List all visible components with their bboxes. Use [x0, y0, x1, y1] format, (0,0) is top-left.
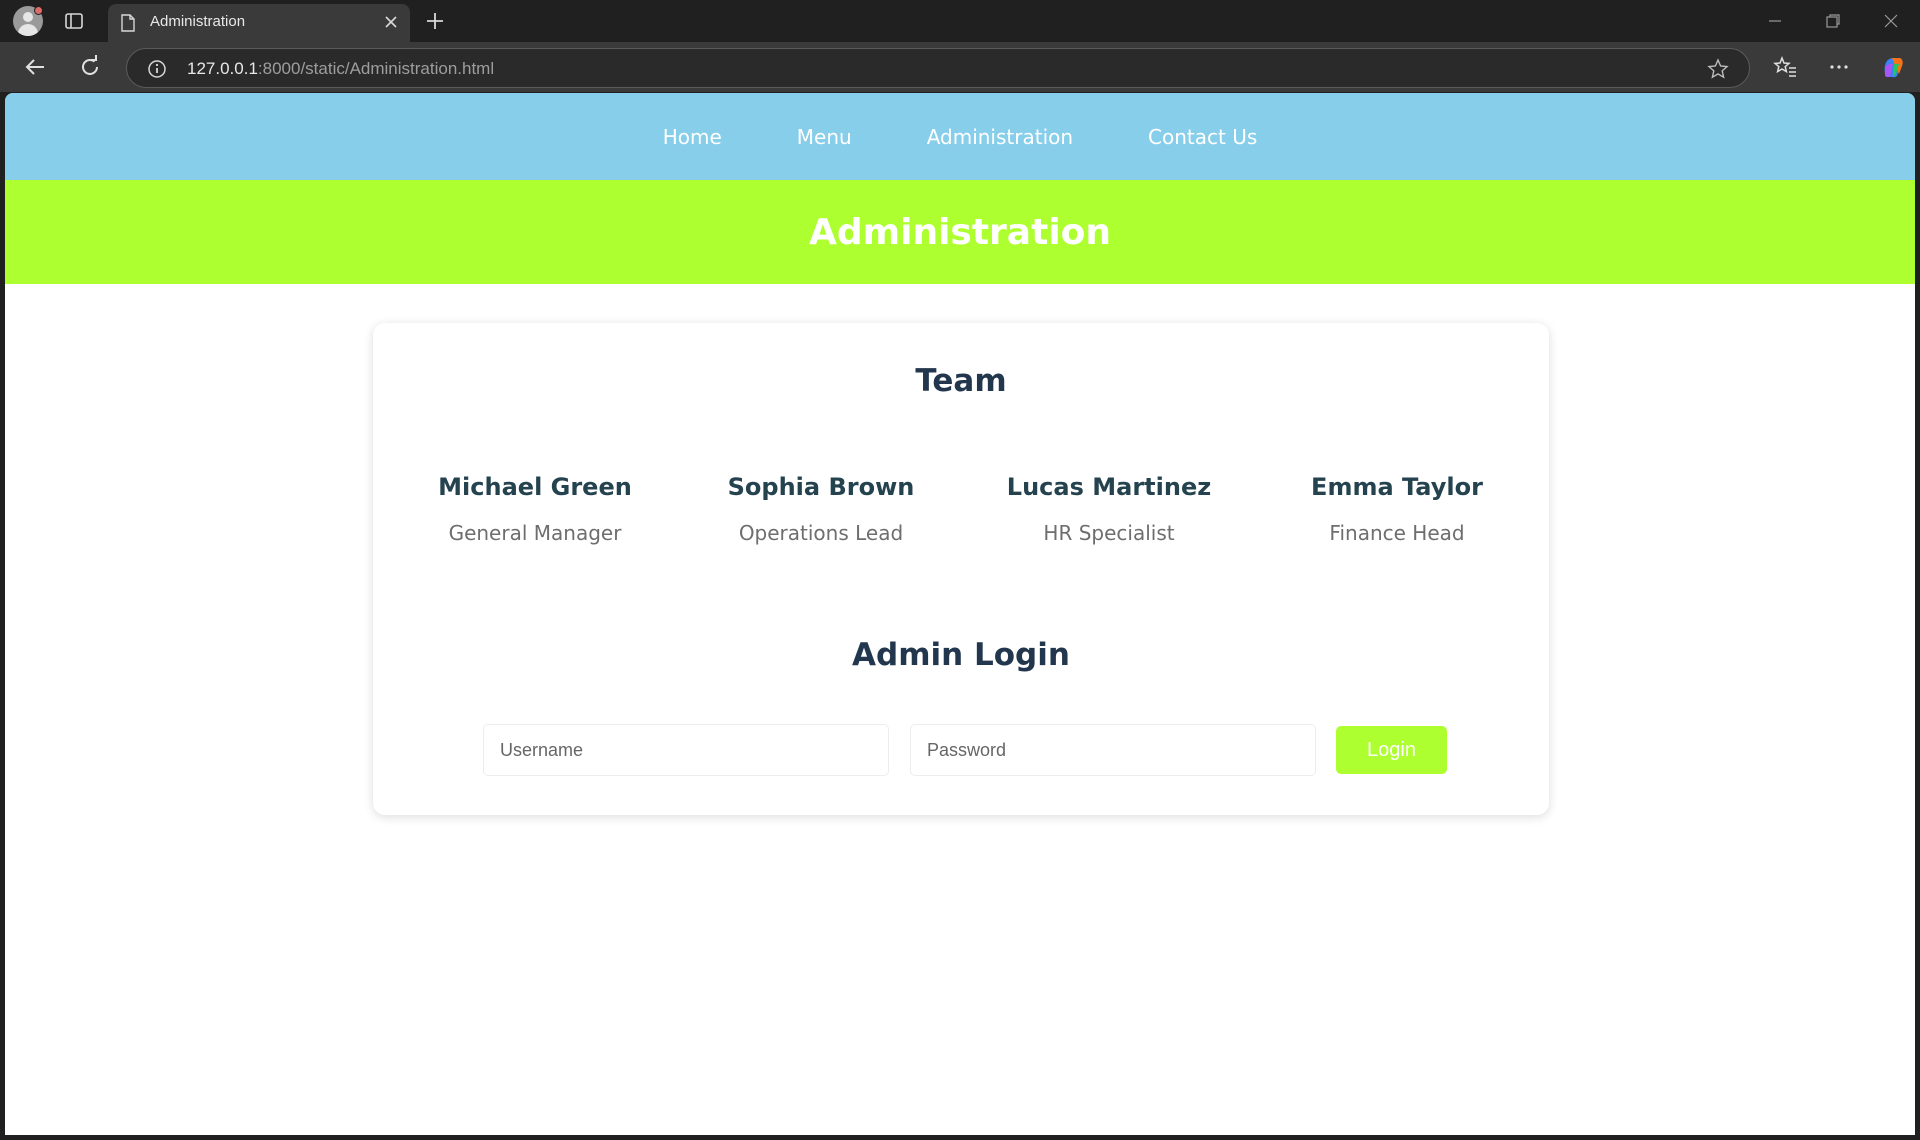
member-name: Lucas Martinez — [1006, 473, 1212, 501]
team-member-card: Emma Taylor Finance Head — [1267, 473, 1527, 545]
tab-actions-icon[interactable] — [64, 11, 84, 31]
member-role: HR Specialist — [1043, 521, 1175, 545]
copilot-icon[interactable] — [1880, 54, 1906, 80]
browser-tab[interactable]: Administration — [108, 4, 410, 42]
url-text[interactable]: 127.0.0.1:8000/static/Administration.htm… — [187, 59, 494, 79]
notification-dot — [34, 6, 43, 15]
avatar-shoulders — [18, 24, 38, 36]
avatar-head — [23, 12, 33, 22]
team-member-card: Sophia Brown Operations Lead — [691, 473, 951, 545]
site-navigation: Home Menu Administration Contact Us — [5, 93, 1915, 180]
browser-toolbar: 127.0.0.1:8000/static/Administration.htm… — [0, 42, 1920, 92]
tab-title: Administration — [150, 13, 246, 30]
login-button[interactable]: Login — [1336, 726, 1447, 774]
team-heading: Team — [915, 363, 1007, 399]
url-host: 127.0.0.1 — [187, 59, 258, 78]
site-info-icon[interactable] — [147, 59, 167, 79]
page-header-banner: Administration — [5, 180, 1915, 284]
favorites-icon[interactable] — [1772, 54, 1798, 80]
member-name: Michael Green — [438, 473, 632, 501]
member-name: Sophia Brown — [727, 473, 915, 501]
url-path: :8000/static/Administration.html — [257, 59, 495, 78]
address-bar[interactable]: 127.0.0.1:8000/static/Administration.htm… — [126, 48, 1750, 88]
favorite-star-icon[interactable] — [1707, 58, 1729, 80]
team-member-card: Michael Green General Manager — [405, 473, 665, 545]
team-member-card: Lucas Martinez HR Specialist — [979, 473, 1239, 545]
member-role: Operations Lead — [738, 521, 904, 545]
minimize-icon[interactable] — [1766, 12, 1784, 30]
restore-icon[interactable] — [1824, 12, 1842, 30]
member-role: Finance Head — [1329, 521, 1465, 545]
browser-titlebar: Administration — [0, 0, 1920, 42]
more-options-icon[interactable] — [1826, 54, 1852, 80]
close-tab-icon[interactable] — [382, 13, 400, 31]
back-arrow-icon[interactable] — [22, 54, 48, 80]
nav-link-menu[interactable]: Menu — [797, 125, 852, 149]
username-input[interactable] — [483, 724, 889, 776]
page-icon — [121, 14, 135, 32]
password-input[interactable] — [910, 724, 1316, 776]
page-title: Administration — [808, 211, 1112, 253]
close-window-icon[interactable] — [1882, 12, 1900, 30]
reload-icon[interactable] — [77, 54, 103, 80]
new-tab-icon[interactable] — [424, 10, 446, 32]
page-viewport: Home Menu Administration Contact Us Admi… — [5, 93, 1915, 1135]
admin-card: Team Michael Green General Manager Sophi… — [373, 323, 1549, 815]
nav-link-home[interactable]: Home — [663, 125, 722, 149]
admin-login-form: Login — [373, 724, 1549, 778]
nav-link-administration[interactable]: Administration — [927, 125, 1073, 149]
admin-login-heading: Admin Login — [852, 637, 1070, 673]
member-role: General Manager — [448, 521, 622, 545]
member-name: Emma Taylor — [1311, 473, 1483, 501]
nav-link-contact-us[interactable]: Contact Us — [1148, 125, 1257, 149]
